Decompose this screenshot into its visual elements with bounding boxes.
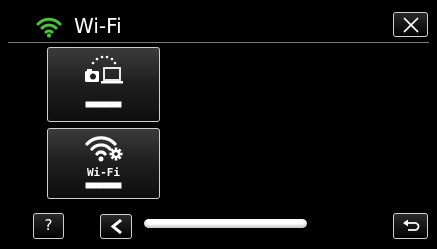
previous-page-button[interactable]: [100, 214, 132, 239]
wifi-menu-screen: Wi-Fi ■■■■■■ Wi-Fi ■■■■■■ ?: [0, 0, 437, 249]
page-title: Wi-Fi: [74, 14, 122, 38]
masked-label: ■■■■■■: [85, 180, 122, 191]
header-divider: [8, 42, 429, 43]
tile-label: Wi-Fi: [86, 166, 121, 179]
help-button[interactable]: ?: [33, 213, 64, 239]
wifi-settings-icon: [84, 134, 124, 164]
page-scroll-bar[interactable]: [144, 219, 307, 228]
back-button[interactable]: [393, 213, 428, 239]
wifi-signal-icon: [36, 16, 62, 38]
send-to-device-tile[interactable]: ■■■■■■: [47, 47, 160, 122]
masked-label: ■■■■■■: [85, 99, 122, 110]
header: Wi-Fi: [30, 10, 410, 46]
close-button[interactable]: [393, 12, 428, 37]
send-to-laptop-icon: [81, 55, 127, 91]
wifi-settings-tile[interactable]: Wi-Fi ■■■■■■: [47, 128, 160, 199]
